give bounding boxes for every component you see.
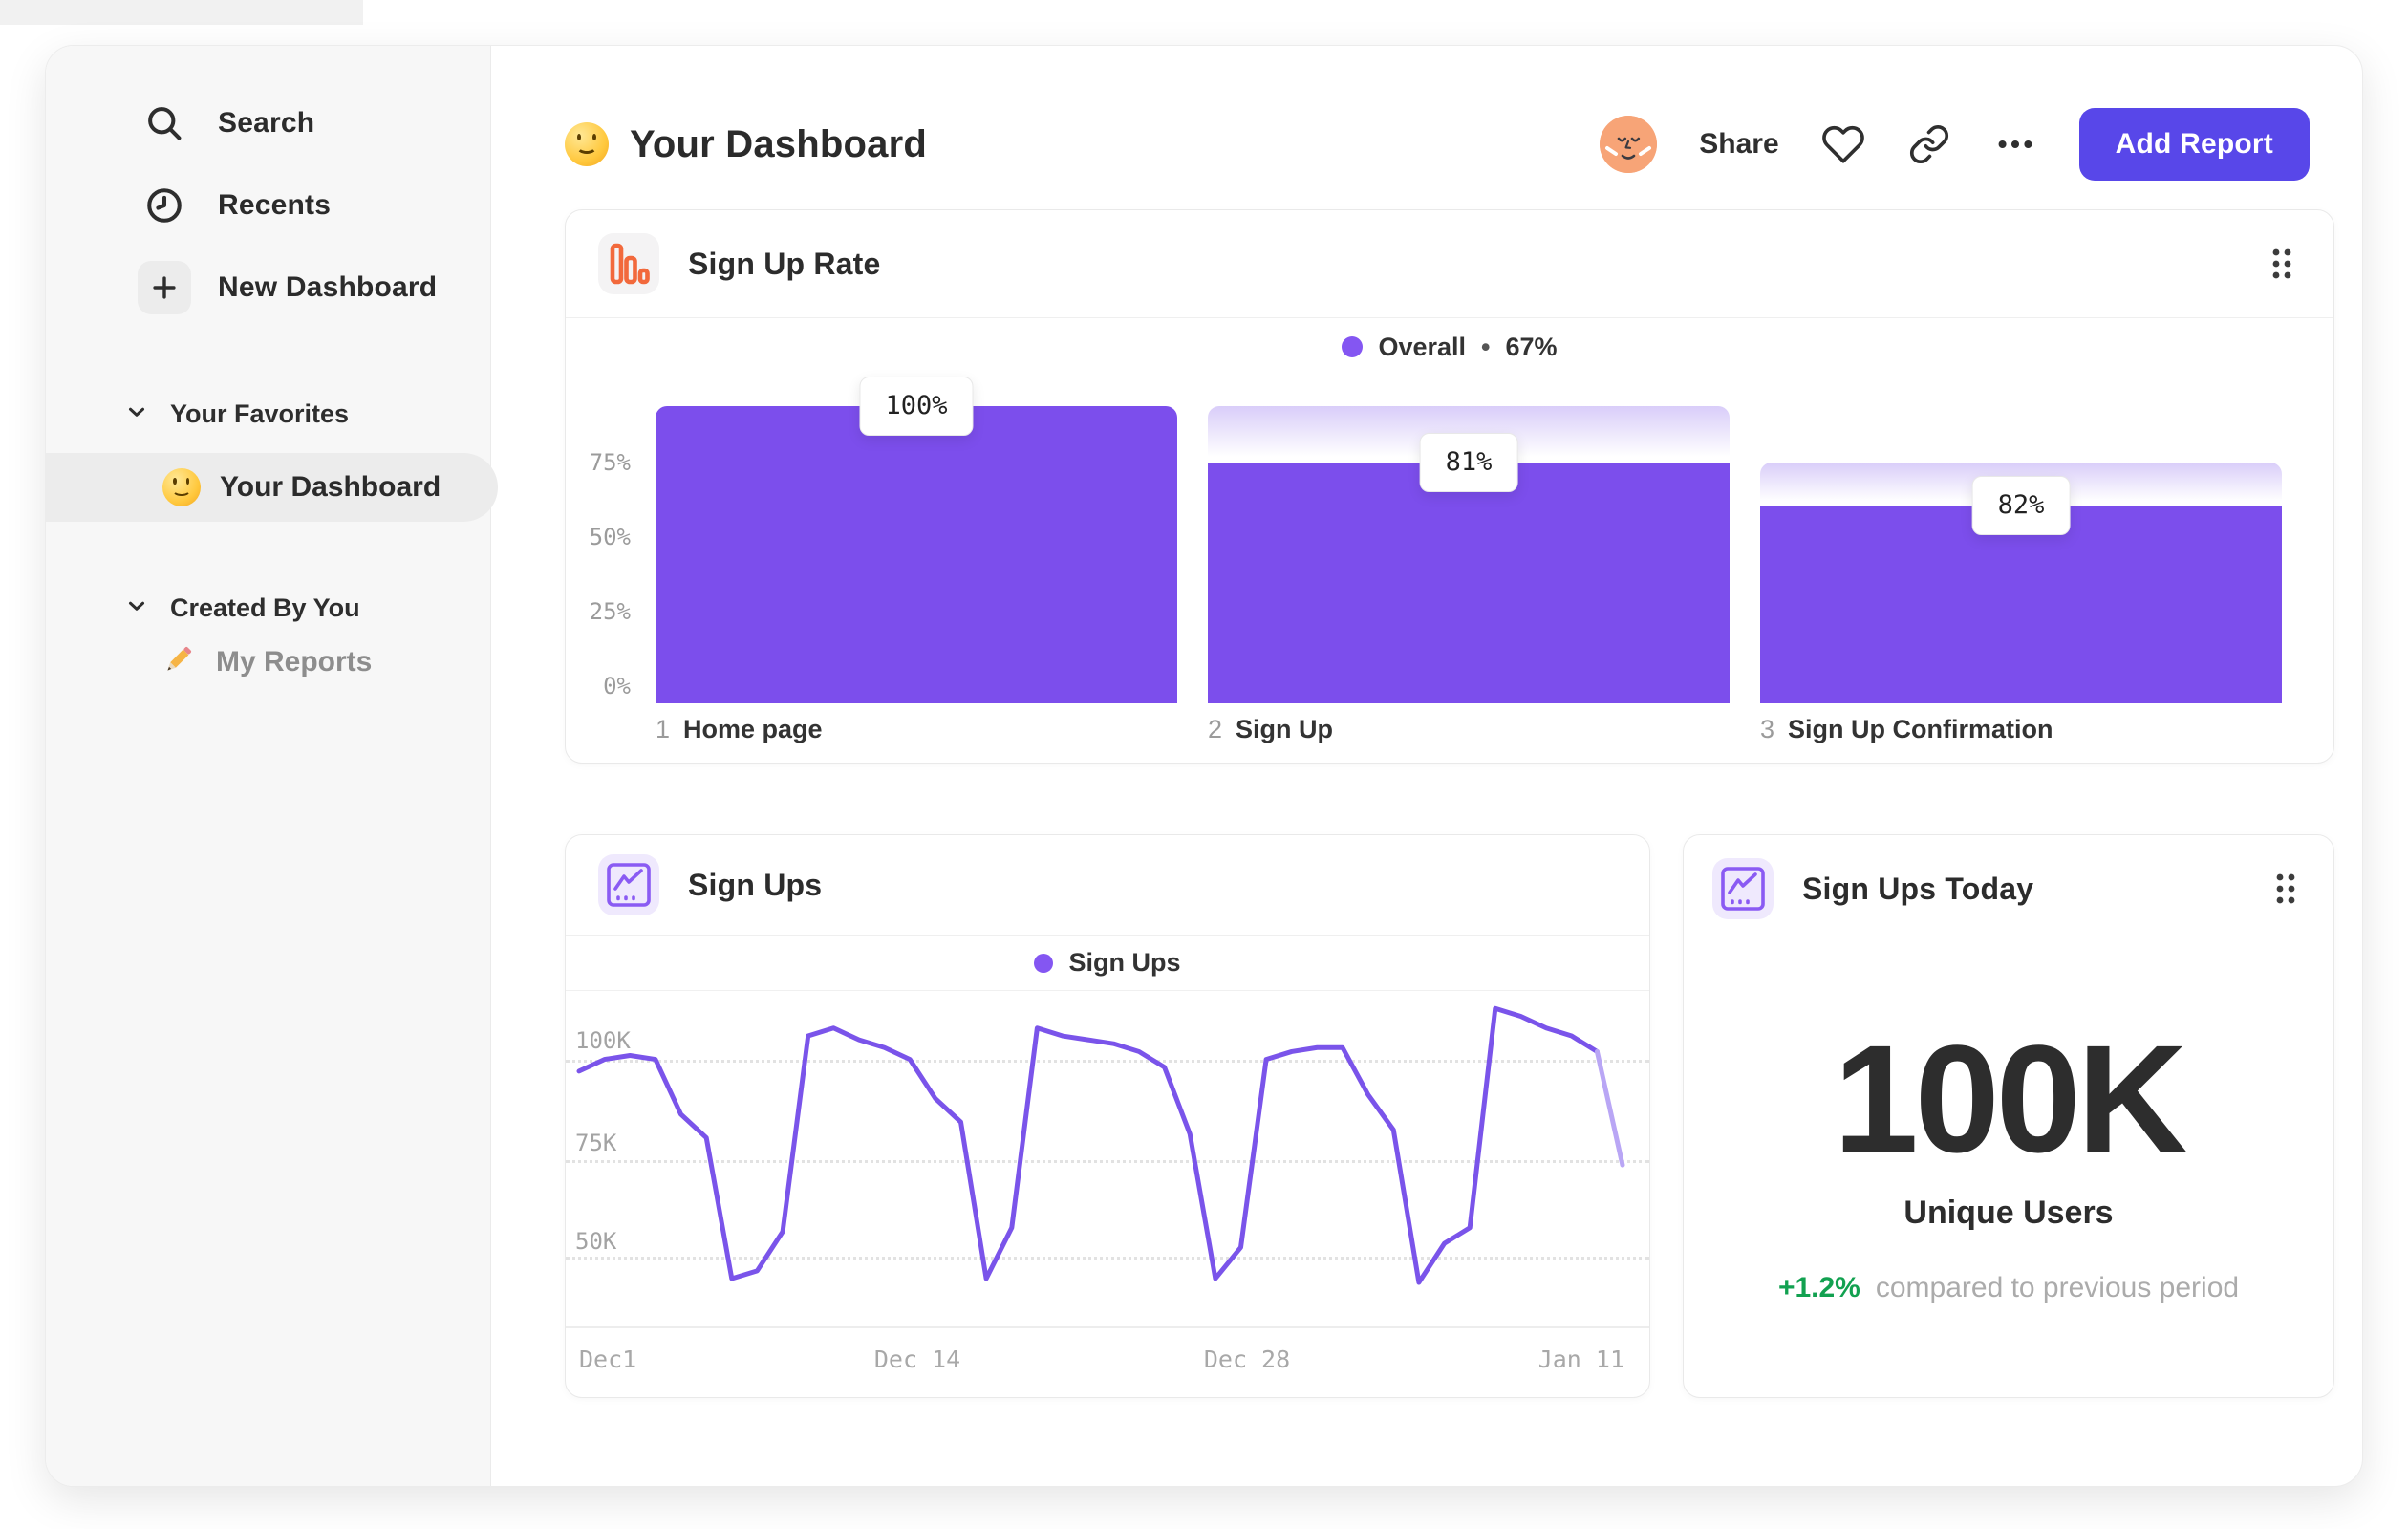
y-axis-tick: 0% — [603, 673, 631, 700]
y-axis-tick: 75K — [575, 1130, 617, 1156]
legend-series: Sign Ups — [1068, 948, 1181, 977]
sidebar-section-your-favorites[interactable]: Your Favorites — [46, 397, 490, 431]
bar-value-tooltip: 81% — [1419, 433, 1518, 492]
funnel-plot[interactable]: 75% 50% 25% 0% 100% 1 Home page 81% 2 Sign Up 82% 3… — [577, 376, 2322, 765]
x-axis-tick: Dec 14 — [873, 1346, 961, 1373]
funnel-step-name: Home page — [683, 715, 823, 743]
kpi-delta-row: +1.2% compared to previous period — [1778, 1272, 2239, 1304]
sidebar-item-label: Search — [218, 107, 315, 139]
background-tab-artifact — [0, 0, 363, 25]
funnel-step-number: 1 — [656, 715, 671, 743]
legend-series: Overall — [1378, 332, 1467, 361]
funnel-step-name: Sign Up — [1236, 715, 1334, 743]
funnel-bar-fill — [1208, 463, 1730, 703]
section-title: Your Favorites — [170, 398, 350, 428]
clock-icon — [141, 183, 187, 228]
x-axis-tick: Jan 11 — [1537, 1346, 1624, 1373]
line-chart-icon — [1712, 858, 1774, 919]
share-button[interactable]: Share — [1699, 128, 1778, 161]
y-axis-tick: 100K — [575, 1027, 631, 1054]
funnel-legend: Overall • 67% — [566, 318, 2333, 376]
sidebar-item-label: New Dashboard — [218, 271, 438, 303]
line-chart-icon — [598, 854, 659, 915]
card-title: Sign Up Rate — [688, 246, 881, 281]
x-axis-tick: Dec1 — [579, 1346, 637, 1373]
line-plot[interactable]: 100K 75K 50K — [566, 991, 1649, 1328]
drag-handle-icon[interactable] — [2263, 242, 2301, 286]
funnel-step-name: Sign Up Confirmation — [1788, 715, 2053, 743]
more-options-icon[interactable] — [1993, 122, 2037, 166]
funnel-bar-fill — [1760, 506, 2282, 703]
sidebar-item-label: Your Dashboard — [220, 471, 441, 503]
sign-ups-line-series — [576, 1005, 1625, 1285]
card-header: Sign Up Rate — [566, 210, 2333, 318]
card-header: Sign Ups Today — [1684, 835, 2333, 942]
sidebar-item-label: Recents — [218, 189, 332, 221]
legend-value: 67% — [1505, 332, 1558, 361]
funnel-step-label: 1 Home page — [656, 715, 823, 744]
sidebar-item-recents[interactable]: Recents — [46, 179, 490, 232]
kpi-label: Unique Users — [1903, 1195, 2114, 1231]
dashboard-header: Your Dashboard Share Add Report — [565, 101, 2310, 187]
header-actions: Share Add Report — [1600, 108, 2310, 181]
sidebar-item-my-reports[interactable]: My Reports — [46, 634, 490, 691]
line-legend: Sign Ups — [566, 936, 1649, 991]
add-report-button[interactable]: Add Report — [2078, 108, 2310, 181]
bar-value-tooltip: 100% — [859, 377, 974, 436]
card-title: Sign Ups — [688, 867, 823, 902]
funnel-step-number: 3 — [1760, 715, 1775, 743]
page-title: Your Dashboard — [565, 122, 927, 166]
funnel-step-label: 2 Sign Up — [1208, 715, 1333, 744]
card-title: Sign Ups Today — [1802, 871, 2034, 906]
smiley-emoji — [565, 122, 609, 166]
sign-ups-card: Sign Ups Sign Ups 100K 75K 50K Dec1 Dec … — [565, 834, 1650, 1398]
sidebar-item-search[interactable]: Search — [46, 97, 490, 150]
x-axis-tick: Dec 28 — [1203, 1346, 1291, 1373]
funnel-chart-icon — [598, 233, 659, 294]
sign-ups-today-card: Sign Ups Today 100K Unique Users +1.2% c… — [1683, 834, 2334, 1398]
search-icon — [141, 100, 187, 146]
sign-up-rate-card: Sign Up Rate Overall • 67% 75% 50% 25% 0% 10… — [565, 209, 2334, 764]
smiley-emoji — [162, 468, 201, 506]
kpi-body: 100K Unique Users +1.2% compared to prev… — [1684, 942, 2333, 1304]
y-axis-tick: 25% — [589, 598, 631, 625]
funnel-bar[interactable] — [656, 406, 1177, 703]
sidebar: Search Recents New Dashboard Your Favori… — [46, 46, 498, 1486]
kpi-delta: +1.2% — [1777, 1272, 1860, 1303]
copy-link-icon[interactable] — [1907, 122, 1951, 166]
legend-dot — [1034, 953, 1054, 973]
app-window: Search Recents New Dashboard Your Favori… — [45, 45, 2363, 1487]
funnel-step-label: 3 Sign Up Confirmation — [1760, 715, 2053, 744]
avatar[interactable] — [1600, 116, 1658, 173]
bar-value-tooltip: 82% — [1971, 476, 2071, 535]
page-title-text: Your Dashboard — [630, 122, 927, 165]
x-axis: Dec1 Dec 14 Dec 28 Jan 11 — [566, 1328, 1649, 1395]
legend-dot — [1342, 336, 1364, 357]
drag-handle-icon[interactable] — [2267, 867, 2305, 911]
legend-separator: • — [1481, 332, 1491, 361]
favorite-heart-icon[interactable] — [1821, 122, 1865, 166]
sidebar-item-your-dashboard[interactable]: Your Dashboard — [46, 453, 498, 522]
y-axis-tick: 75% — [589, 449, 631, 476]
section-title: Created By You — [170, 592, 360, 622]
kpi-delta-note: compared to previous period — [1875, 1272, 2240, 1303]
chevron-down-icon — [124, 593, 149, 623]
sidebar-section-created-by-you[interactable]: Created By You — [46, 591, 490, 625]
y-axis-tick: 50% — [589, 524, 631, 550]
funnel-bar-fill — [656, 406, 1177, 703]
sidebar-item-label: My Reports — [216, 646, 373, 678]
plus-icon — [138, 261, 191, 314]
pencil-icon — [159, 641, 197, 684]
sidebar-item-new-dashboard[interactable]: New Dashboard — [46, 261, 490, 314]
y-axis-tick: 50K — [575, 1228, 617, 1255]
funnel-step-number: 2 — [1208, 715, 1223, 743]
chevron-down-icon — [124, 399, 149, 429]
card-header: Sign Ups — [566, 835, 1649, 936]
kpi-value: 100K — [1833, 1013, 2187, 1184]
